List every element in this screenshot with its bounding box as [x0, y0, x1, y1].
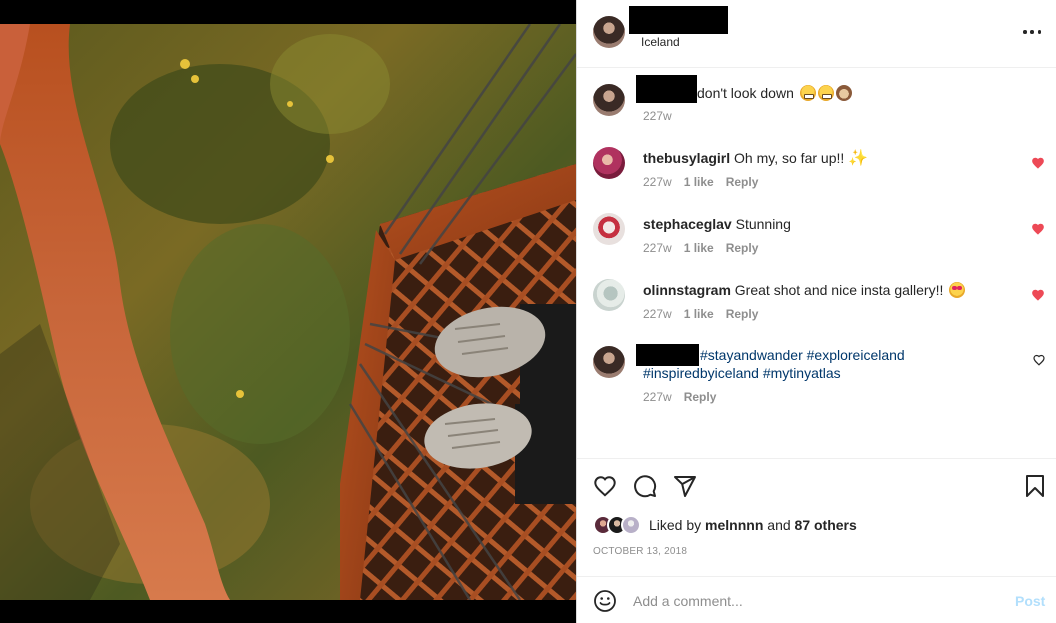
sparkle-star-emoji: ✨: [848, 150, 869, 167]
heart-filled-icon[interactable]: [1031, 156, 1045, 170]
commenter-avatar[interactable]: [593, 147, 625, 179]
comment-time[interactable]: 227w: [643, 241, 672, 255]
liker-username[interactable]: melnnnn: [705, 517, 763, 533]
likes-others-link[interactable]: 87 others: [795, 517, 857, 533]
likes-joiner: and: [767, 517, 791, 533]
comment-time[interactable]: 227w: [643, 307, 672, 321]
more-options-icon[interactable]: [1020, 20, 1044, 44]
comment-text: Oh my, so far up!!: [734, 150, 845, 166]
redacted-username[interactable]: [636, 75, 697, 103]
bookmark-save-icon[interactable]: [1023, 474, 1047, 498]
grimacing-face-emoji: [817, 85, 834, 101]
redacted-username[interactable]: [629, 6, 728, 34]
emoji-picker-icon[interactable]: [593, 589, 617, 613]
add-comment-bar: Post: [577, 576, 1056, 623]
caption-text: don't look down: [697, 85, 794, 101]
comment-username[interactable]: thebusylagirl: [643, 150, 730, 166]
comment-likes-count[interactable]: 1 like: [684, 175, 714, 189]
likes-prefix: Liked by: [649, 517, 702, 533]
post-date[interactable]: OCTOBER 13, 2018: [593, 546, 687, 557]
commenter-avatar[interactable]: [593, 279, 625, 311]
see-no-evil-monkey-emoji: [835, 85, 852, 101]
reply-button[interactable]: Reply: [726, 175, 759, 189]
post-dialog: Iceland don't look down 227w thebusylagi…: [0, 0, 1056, 623]
comments-panel: Iceland don't look down 227w thebusylagi…: [576, 0, 1056, 623]
hashtags-line-2[interactable]: #inspiredbyiceland #mytinyatlas: [643, 364, 841, 382]
comment-likes-count[interactable]: 1 like: [684, 307, 714, 321]
heart-filled-icon[interactable]: [1031, 288, 1045, 302]
post-header: Iceland: [577, 0, 1056, 68]
post-actions: Liked by melnnnn and 87 others OCTOBER 1…: [577, 458, 1056, 576]
reply-button[interactable]: Reply: [726, 241, 759, 255]
owner-avatar[interactable]: [593, 346, 625, 378]
comment-time[interactable]: 227w: [643, 109, 672, 123]
owner-avatar[interactable]: [593, 16, 625, 48]
comment-bubble-icon[interactable]: [633, 474, 657, 498]
share-send-icon[interactable]: [673, 474, 697, 498]
owner-avatar[interactable]: [593, 84, 625, 116]
photo-pane: [0, 0, 576, 623]
comment-text: Great shot and nice insta gallery!!: [734, 282, 944, 298]
heart-outline-icon[interactable]: [1033, 354, 1045, 366]
likes-summary: Liked by melnnnn and 87 others: [593, 515, 857, 535]
post-photo[interactable]: [0, 24, 576, 600]
grimacing-face-emoji: [799, 85, 816, 101]
heart-eyes-emoji: [949, 282, 966, 298]
hashtags-line-1[interactable]: #stayandwander #exploreiceland: [700, 346, 905, 364]
photo-illustration: [0, 24, 576, 600]
commenter-avatar[interactable]: [593, 213, 625, 245]
comment-text: Stunning: [735, 216, 791, 232]
comment-time[interactable]: 227w: [643, 390, 672, 404]
comment-username[interactable]: stephaceglav: [643, 216, 732, 232]
post-location[interactable]: Iceland: [641, 35, 680, 49]
heart-filled-icon[interactable]: [1031, 222, 1045, 236]
liker-avatar[interactable]: [621, 515, 641, 535]
like-heart-icon[interactable]: [593, 474, 617, 498]
comment-time[interactable]: 227w: [643, 175, 672, 189]
redacted-username[interactable]: [636, 344, 699, 366]
post-comment-button[interactable]: Post: [1015, 593, 1045, 609]
reply-button[interactable]: Reply: [726, 307, 759, 321]
reply-button[interactable]: Reply: [684, 390, 717, 404]
comment-input[interactable]: [633, 590, 993, 612]
comment-likes-count[interactable]: 1 like: [684, 241, 714, 255]
comment-username[interactable]: olinnstagram: [643, 282, 731, 298]
